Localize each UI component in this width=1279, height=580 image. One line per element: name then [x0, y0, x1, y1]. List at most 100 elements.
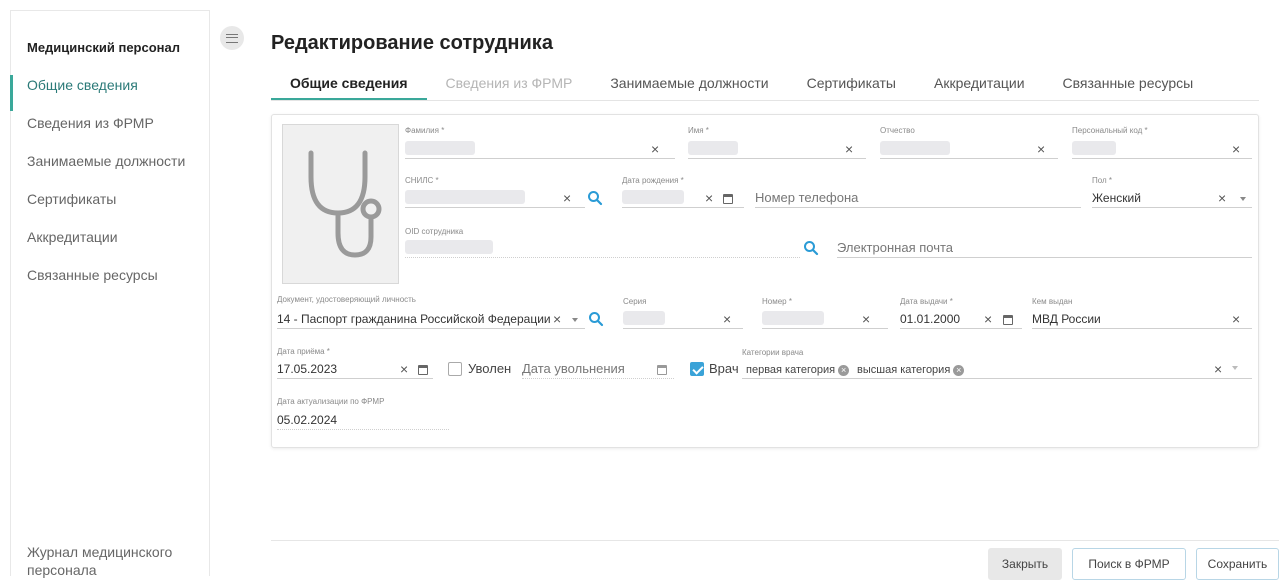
- name-value-redacted: [688, 141, 738, 155]
- dismissal-date-field[interactable]: Дата увольнения: [522, 359, 674, 379]
- number-label: Номер *: [762, 297, 792, 306]
- sidebar-item-accreditations[interactable]: Аккредитации: [27, 229, 118, 245]
- issued-by-label: Кем выдан: [1032, 297, 1073, 306]
- tab-positions[interactable]: Занимаемые должности: [591, 64, 787, 100]
- name-clear-icon[interactable]: ×: [845, 139, 853, 159]
- sidebar-item-frmr[interactable]: Сведения из ФРМР: [27, 115, 154, 131]
- phone-field[interactable]: Номер телефона: [755, 188, 1081, 208]
- footer-divider: [271, 540, 1279, 541]
- tabs-divider: [271, 100, 1259, 101]
- sidebar: [10, 10, 210, 576]
- hire-date-value: 17.05.2023: [277, 362, 338, 376]
- issue-date-clear-icon[interactable]: ×: [984, 309, 992, 329]
- doctor-categories-clear-icon[interactable]: ×: [1214, 359, 1222, 379]
- sidebar-journal-link[interactable]: Журнал медицинского персонала: [27, 543, 197, 579]
- tab-certificates[interactable]: Сертификаты: [788, 64, 915, 100]
- personal-code-clear-icon[interactable]: ×: [1232, 139, 1240, 159]
- name-field[interactable]: [688, 139, 866, 159]
- doctor-categories-dropdown-arrow-icon[interactable]: [1232, 366, 1238, 370]
- sidebar-title: Медицинский персонал: [27, 40, 181, 55]
- menu-toggle-button[interactable]: [220, 26, 244, 50]
- snils-clear-icon[interactable]: ×: [563, 188, 571, 208]
- tab-frmr[interactable]: Сведения из ФРМР: [427, 64, 592, 100]
- dismissed-label: Уволен: [468, 361, 512, 376]
- birth-date-calendar-icon[interactable]: [723, 194, 733, 204]
- snils-search-icon[interactable]: [587, 190, 603, 206]
- personal-code-value-redacted: [1072, 141, 1116, 155]
- id-document-value: 14 - Паспорт гражданина Российской Федер…: [277, 312, 551, 326]
- sidebar-item-related-resources[interactable]: Связанные ресурсы: [27, 267, 158, 283]
- oid-field[interactable]: [405, 238, 800, 258]
- sidebar-item-certificates[interactable]: Сертификаты: [27, 191, 116, 207]
- sidebar-item-general[interactable]: Общие сведения: [27, 77, 138, 93]
- issue-date-label: Дата выдачи *: [900, 297, 953, 306]
- patronymic-clear-icon[interactable]: ×: [1037, 139, 1045, 159]
- tab-bar: Общие сведения Сведения из ФРМР Занимаем…: [271, 64, 1212, 100]
- doctor-categories-label: Категории врача: [742, 348, 804, 357]
- issued-by-clear-icon[interactable]: ×: [1232, 309, 1240, 329]
- birth-date-value-redacted: [622, 190, 684, 204]
- email-field[interactable]: Электронная почта: [837, 238, 1252, 258]
- gender-label: Пол *: [1092, 176, 1113, 185]
- id-document-dropdown-arrow-icon[interactable]: [572, 318, 578, 322]
- snils-field[interactable]: [405, 188, 585, 208]
- employee-form-card: [271, 114, 1259, 448]
- series-label: Серия: [623, 297, 647, 306]
- series-clear-icon[interactable]: ×: [723, 309, 731, 329]
- id-document-search-icon[interactable]: [588, 311, 604, 327]
- id-document-label: Документ, удостоверяющий личность: [277, 295, 416, 304]
- number-value-redacted: [762, 311, 824, 325]
- page-title: Редактирование сотрудника: [271, 32, 553, 54]
- series-value-redacted: [623, 311, 665, 325]
- employee-photo[interactable]: [282, 124, 399, 284]
- personal-code-label: Персональный код *: [1072, 126, 1148, 135]
- doctor-label: Врач: [709, 361, 739, 376]
- hire-date-field[interactable]: 17.05.2023: [277, 359, 433, 379]
- gender-dropdown-arrow-icon[interactable]: [1240, 197, 1246, 201]
- hire-date-calendar-icon[interactable]: [418, 365, 428, 375]
- patronymic-field[interactable]: [880, 139, 1058, 159]
- tab-general[interactable]: Общие сведения: [271, 64, 427, 100]
- name-label: Имя *: [688, 126, 709, 135]
- surname-field[interactable]: [405, 139, 675, 159]
- surname-value-redacted: [405, 141, 475, 155]
- surname-label: Фамилия *: [405, 126, 445, 135]
- chip-remove-icon[interactable]: ×: [953, 364, 965, 376]
- personal-code-field[interactable]: [1072, 139, 1252, 159]
- issued-by-field[interactable]: МВД России: [1032, 309, 1252, 329]
- hire-date-clear-icon[interactable]: ×: [400, 359, 408, 379]
- frmr-update-date-label: Дата актуализации по ФРМР: [277, 397, 385, 406]
- sidebar-item-positions[interactable]: Занимаемые должности: [27, 153, 185, 169]
- dismissed-checkbox[interactable]: [448, 362, 462, 376]
- snils-label: СНИЛС *: [405, 176, 439, 185]
- patronymic-label: Отчество: [880, 126, 915, 135]
- menu-icon: [226, 33, 238, 43]
- issue-date-calendar-icon[interactable]: [1003, 315, 1013, 325]
- issued-by-value: МВД России: [1032, 312, 1101, 326]
- sidebar-active-indicator: [10, 75, 13, 111]
- doctor-category-chip: первая категория ×: [746, 364, 850, 376]
- surname-clear-icon[interactable]: ×: [651, 139, 659, 159]
- phone-placeholder: Номер телефона: [755, 190, 859, 205]
- birth-date-clear-icon[interactable]: ×: [705, 188, 713, 208]
- frmr-search-button[interactable]: Поиск в ФРМР: [1072, 548, 1186, 580]
- id-document-select[interactable]: 14 - Паспорт гражданина Российской Федер…: [277, 309, 585, 329]
- issue-date-value: 01.01.2000: [900, 312, 961, 326]
- gender-clear-icon[interactable]: ×: [1218, 188, 1226, 208]
- close-button[interactable]: Закрыть: [988, 548, 1062, 580]
- chip-remove-icon[interactable]: ×: [838, 364, 850, 376]
- tab-accreditations[interactable]: Аккредитации: [915, 64, 1044, 100]
- oid-search-icon[interactable]: [803, 240, 819, 256]
- doctor-checkbox[interactable]: [690, 362, 704, 376]
- dismissal-date-calendar-icon[interactable]: [657, 365, 667, 375]
- oid-label: OID сотрудника: [405, 227, 464, 236]
- number-clear-icon[interactable]: ×: [862, 309, 870, 329]
- gender-select[interactable]: Женский: [1092, 188, 1252, 208]
- frmr-update-date-value: 05.02.2024: [277, 413, 338, 427]
- tab-related-resources[interactable]: Связанные ресурсы: [1044, 64, 1213, 100]
- save-button[interactable]: Сохранить: [1196, 548, 1279, 580]
- snils-value-redacted: [405, 190, 525, 204]
- gender-value: Женский: [1092, 191, 1141, 205]
- id-document-clear-icon[interactable]: ×: [553, 309, 561, 329]
- dismissal-date-placeholder: Дата увольнения: [522, 361, 625, 376]
